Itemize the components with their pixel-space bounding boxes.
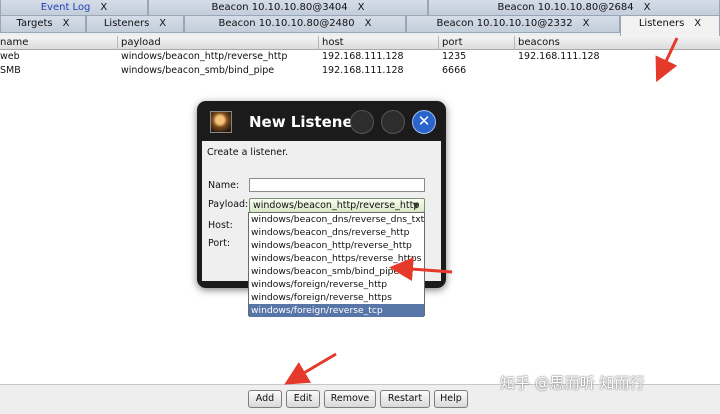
- payload-option[interactable]: windows/foreign/reverse_https: [249, 291, 424, 304]
- table-row[interactable]: SMB windows/beacon_smb/bind_pipe 192.168…: [0, 64, 720, 78]
- name-input[interactable]: [249, 178, 425, 192]
- tab-beacon-2684[interactable]: Beacon 10.10.10.80@2684 X: [428, 0, 720, 16]
- tab-targets[interactable]: Targets X: [0, 16, 86, 33]
- port-label: Port:: [208, 238, 231, 249]
- tab-close-icon[interactable]: X: [63, 18, 70, 29]
- minimize-icon[interactable]: [350, 110, 374, 134]
- help-button[interactable]: Help: [434, 390, 468, 408]
- cell-host: 192.168.111.128: [322, 65, 404, 76]
- tab-close-icon[interactable]: X: [644, 2, 651, 13]
- tab-row-top: Event Log X Beacon 10.10.10.80@3404 X Beac…: [0, 0, 720, 16]
- watermark: 知乎 @思而听 知而行: [500, 374, 645, 392]
- cell-beacons: 192.168.111.128: [518, 51, 600, 62]
- add-button[interactable]: Add: [248, 390, 282, 408]
- tab-close-icon[interactable]: X: [159, 18, 166, 29]
- cell-name: web: [0, 51, 20, 62]
- payload-option[interactable]: windows/foreign/reverse_http: [249, 278, 424, 291]
- column-header-payload[interactable]: payload: [118, 36, 319, 50]
- tab-event-log[interactable]: Event Log X: [0, 0, 148, 16]
- tab-close-icon[interactable]: X: [365, 18, 372, 29]
- tab-listeners-active[interactable]: Listeners X: [620, 16, 720, 36]
- dialog-close-icon[interactable]: ✕: [412, 110, 436, 134]
- payload-option-highlighted[interactable]: windows/foreign/reverse_tcp: [249, 304, 424, 317]
- table-header: name payload host port beacons: [0, 36, 720, 50]
- payload-select-value: windows/beacon_http/reverse_http: [253, 200, 420, 211]
- payload-option[interactable]: windows/beacon_https/reverse_https: [249, 252, 424, 265]
- cell-payload: windows/beacon_http/reverse_http: [121, 51, 288, 62]
- payload-option[interactable]: windows/beacon_dns/reverse_http: [249, 226, 424, 239]
- payload-option[interactable]: windows/beacon_dns/reverse_dns_txt: [249, 213, 424, 226]
- chevron-down-icon: ▼: [412, 201, 419, 210]
- payload-option[interactable]: windows/beacon_smb/bind_pipe: [249, 265, 424, 278]
- remove-button[interactable]: Remove: [324, 390, 376, 408]
- tab-close-icon[interactable]: X: [358, 2, 365, 13]
- column-header-beacons[interactable]: beacons: [515, 36, 720, 50]
- tab-listeners-1[interactable]: Listeners X: [86, 16, 184, 33]
- payload-dropdown-list: windows/beacon_dns/reverse_dns_txt windo…: [248, 212, 425, 317]
- tab-beacon-2332[interactable]: Beacon 10.10.10.10@2332 X: [406, 16, 620, 33]
- tab-beacon-2480[interactable]: Beacon 10.10.10.80@2480 X: [184, 16, 406, 33]
- cell-port: 1235: [442, 51, 467, 62]
- cell-name: SMB: [0, 65, 21, 76]
- column-header-host[interactable]: host: [319, 36, 439, 50]
- dialog-title: New Listene: [249, 113, 353, 131]
- name-label: Name:: [208, 180, 240, 191]
- tab-close-icon[interactable]: X: [583, 18, 590, 29]
- tab-close-icon[interactable]: X: [694, 18, 701, 29]
- table-row[interactable]: web windows/beacon_http/reverse_http 192…: [0, 50, 720, 64]
- tab-row-bottom: Targets X Listeners X Beacon 10.10.10.80@2…: [0, 16, 720, 36]
- cell-port: 6666: [442, 65, 467, 76]
- cell-host: 192.168.111.128: [322, 51, 404, 62]
- avatar-icon: [210, 111, 232, 133]
- host-label: Host:: [208, 220, 233, 231]
- tab-close-icon[interactable]: X: [100, 2, 107, 13]
- restart-button[interactable]: Restart: [380, 390, 430, 408]
- edit-button[interactable]: Edit: [286, 390, 320, 408]
- cell-beacons: [515, 64, 518, 78]
- payload-option[interactable]: windows/beacon_http/reverse_http: [249, 239, 424, 252]
- dialog-description: Create a listener.: [207, 147, 289, 158]
- column-header-name[interactable]: name: [0, 36, 118, 50]
- payload-select[interactable]: windows/beacon_http/reverse_http ▼: [249, 198, 425, 213]
- tab-beacon-3404[interactable]: Beacon 10.10.10.80@3404 X: [148, 0, 428, 16]
- maximize-icon[interactable]: [381, 110, 405, 134]
- column-header-port[interactable]: port: [439, 36, 515, 50]
- payload-label: Payload:: [208, 199, 249, 210]
- cell-payload: windows/beacon_smb/bind_pipe: [121, 65, 275, 76]
